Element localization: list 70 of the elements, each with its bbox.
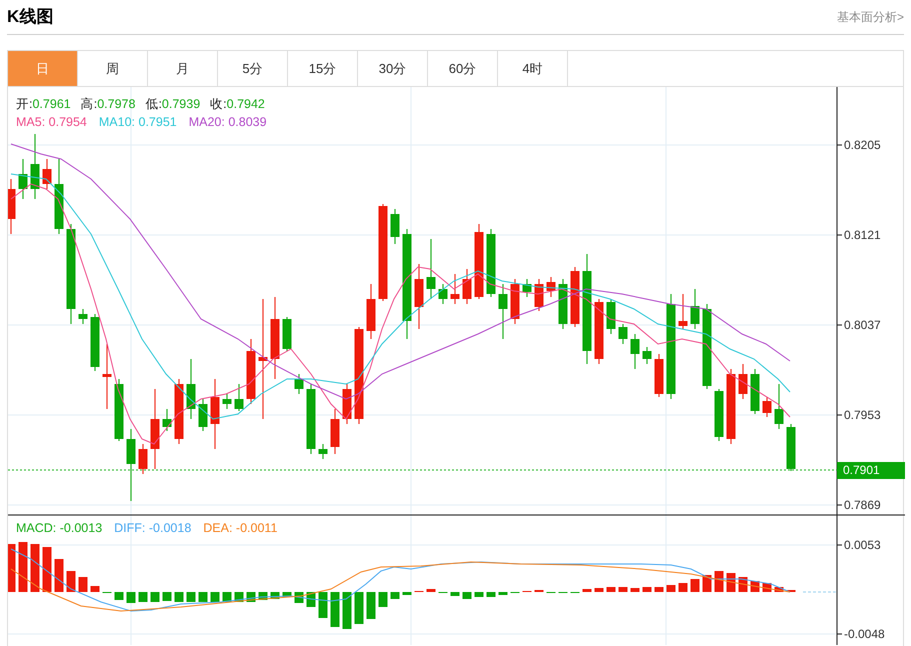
macd-bar [18,542,28,592]
macd-bar [486,592,496,597]
ma-legend: MA5: 0.7954 [16,113,87,132]
price-axis-label: 0.8205 [844,139,881,151]
macd-bar [678,583,688,592]
ma-legend: MA20: 0.8039 [188,113,267,132]
macd-axis-label: -0.0048 [844,628,885,640]
ohlc-label: 收: [210,96,227,113]
price-axis-label: 0.7869 [844,499,881,511]
macd-bar [330,592,340,627]
ohlc-label: 低: [145,96,162,113]
macd-bar [654,587,664,592]
macd-bar [126,592,136,603]
macd-legend: MACD: -0.0013 [16,519,102,538]
last-price-label: 0.7901 [837,462,905,479]
ohlc-label: 开: [16,96,32,113]
macd-bar [630,588,640,592]
ma-legend: MA10: 0.7951 [98,113,177,132]
macd-bar [366,592,376,619]
macd-bar [606,587,616,592]
ohlc-value: 0.7942 [226,96,265,113]
macd-bar [594,588,604,592]
macd-bar [174,592,184,602]
macd-bar [342,592,352,629]
macd-bar [774,587,784,592]
macd-bar [210,592,220,602]
price-axis-label: 0.7953 [844,409,881,421]
macd-bar [42,547,52,592]
macd-bar [462,592,472,599]
macd-bar [690,579,700,592]
price-axis-label: 0.8037 [844,319,881,331]
macd-bar [618,587,628,592]
macd-bar [702,575,712,592]
macd-bar [138,592,148,602]
ohlc-value: 0.7961 [32,96,71,113]
ohlc-label: 高: [80,96,98,113]
macd-bar [390,592,400,599]
macd-bar [474,592,484,597]
page-title: K线图 [7,6,54,28]
macd-bar [354,592,364,624]
macd-bar [90,586,100,592]
macd-bar [450,592,460,596]
macd-bar [30,544,40,592]
macd-bar [198,592,208,602]
macd-legend: DEA: -0.0011 [203,519,278,538]
ohlc-value: 0.7939 [162,96,200,113]
macd-bar [642,587,652,592]
macd-bar [666,585,676,592]
macd-bar [222,592,232,602]
macd-bar [498,592,508,595]
price-axis-label: 0.8121 [844,229,881,241]
macd-legend: DIFF: -0.0018 [114,519,192,538]
macd-bar [8,544,16,592]
ohlc-value: 0.7978 [97,96,136,113]
macd-axis-label: 0.0053 [844,539,881,551]
macd-bar [162,592,172,601]
macd-bar [582,589,592,592]
macd-bar [426,589,436,592]
macd-bar [186,592,196,602]
macd-bar [78,577,88,592]
macd-bar [378,592,388,607]
macd-bar [54,559,64,592]
fundamentals-link[interactable]: 基本面分析> [836,8,904,26]
macd-bar [714,571,724,592]
macd-bar [282,592,292,597]
macd-bar [150,592,160,602]
macd-bar [402,592,412,595]
macd-bar [66,571,76,592]
macd-bar [114,592,124,600]
macd-bar [318,592,328,618]
